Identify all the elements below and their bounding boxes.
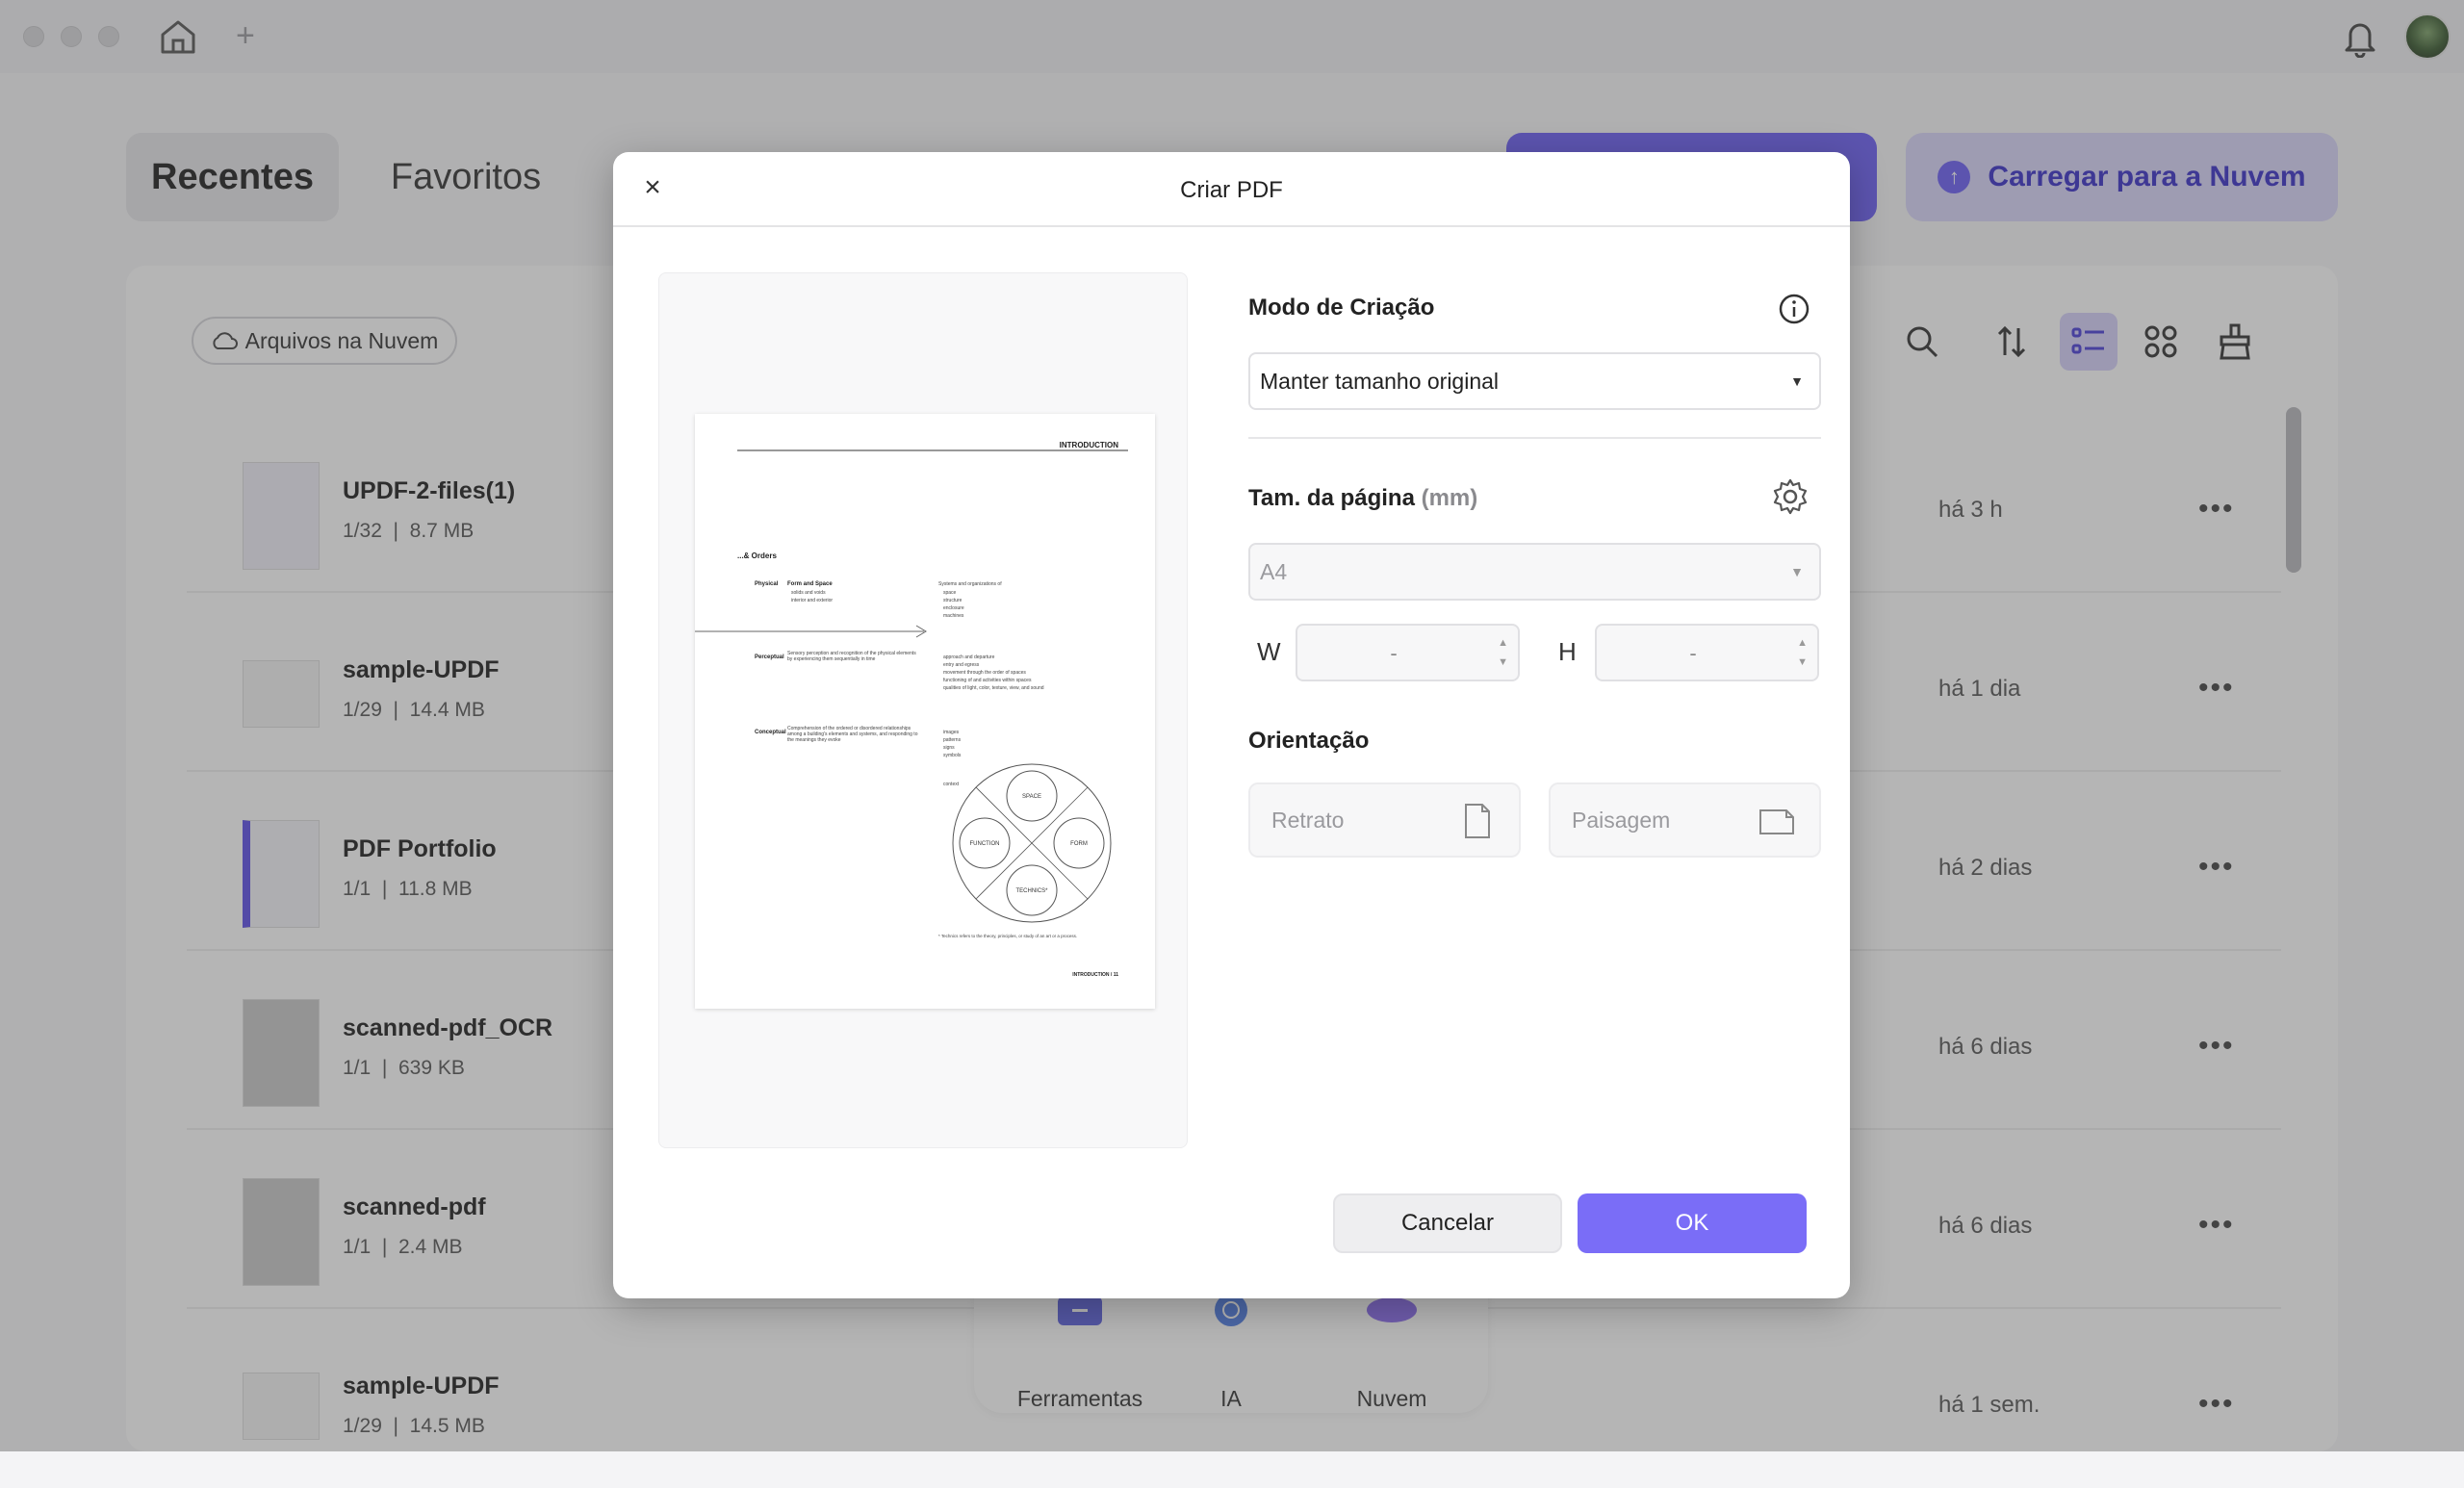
preview-item: space bbox=[943, 590, 957, 596]
cancel-button[interactable]: Cancelar bbox=[1333, 1193, 1562, 1253]
preview-footer: INTRODUCTION / 11 bbox=[1072, 972, 1118, 978]
page-size-select[interactable]: A4 ▼ bbox=[1248, 543, 1821, 601]
preview-footnote: * Technics refers to the theory, princip… bbox=[938, 934, 1077, 938]
dialog-title: Criar PDF bbox=[1180, 177, 1283, 203]
diagram-label: TECHNICS* bbox=[1015, 888, 1048, 894]
portrait-icon bbox=[1465, 804, 1490, 838]
info-icon[interactable] bbox=[1778, 293, 1810, 325]
preview-term-1: Physical bbox=[755, 581, 779, 587]
preview-item: images bbox=[943, 730, 960, 735]
height-label: H bbox=[1558, 637, 1577, 666]
height-stepper[interactable]: - ▲ ▼ bbox=[1595, 624, 1819, 681]
preview-item: signs bbox=[943, 745, 955, 751]
preview-header: INTRODUCTION bbox=[1060, 441, 1119, 449]
stepper-arrows-icon[interactable]: ▲ ▼ bbox=[1797, 633, 1808, 672]
height-value: - bbox=[1689, 641, 1697, 665]
chevron-down-icon: ▼ bbox=[1790, 564, 1804, 579]
preview-page: INTRODUCTION ...& Orders Physical Form a… bbox=[695, 414, 1155, 1009]
preview-heading-2: Sensory perception and recognition of th… bbox=[787, 651, 916, 662]
landscape-button[interactable]: Paisagem bbox=[1549, 782, 1821, 858]
preview-item: machines bbox=[943, 613, 964, 619]
page-size-value: A4 bbox=[1260, 558, 1288, 584]
page-size-unit: (mm) bbox=[1421, 485, 1478, 511]
preview-item: solids and voids bbox=[791, 590, 826, 596]
preview-context: context bbox=[943, 782, 960, 787]
diagram-label: SPACE bbox=[1022, 794, 1041, 800]
diagram-label: FUNCTION bbox=[970, 841, 1000, 847]
preview-item: symbols bbox=[943, 753, 962, 758]
preview-term-2: Perceptual bbox=[755, 654, 784, 660]
preview-item: patterns bbox=[943, 737, 962, 743]
creation-mode-label: Modo de Criação bbox=[1248, 295, 1435, 321]
create-pdf-dialog: × Criar PDF INTRODUCTION ...& Orders Phy… bbox=[613, 152, 1850, 1298]
landscape-label: Paisagem bbox=[1572, 808, 1671, 833]
landscape-icon bbox=[1759, 809, 1794, 834]
width-value: - bbox=[1390, 641, 1398, 665]
page-preview-graphic: INTRODUCTION ...& Orders Physical Form a… bbox=[695, 441, 1128, 978]
preview-panel: INTRODUCTION ...& Orders Physical Form a… bbox=[658, 272, 1188, 1148]
orientation-label: Orientação bbox=[1248, 728, 1370, 754]
gear-icon[interactable] bbox=[1770, 476, 1810, 517]
preview-item: entry and egress bbox=[943, 662, 980, 668]
width-stepper[interactable]: - ▲ ▼ bbox=[1296, 624, 1520, 681]
preview-item: interior and exterior bbox=[791, 598, 833, 603]
dialog-header: × Criar PDF bbox=[613, 152, 1850, 227]
preview-heading-1: Form and Space bbox=[787, 581, 833, 587]
portrait-label: Retrato bbox=[1271, 808, 1345, 833]
chevron-down-icon: ▼ bbox=[1790, 373, 1804, 389]
portrait-button[interactable]: Retrato bbox=[1248, 782, 1521, 858]
preview-term-3: Conceptual bbox=[755, 730, 786, 735]
divider bbox=[1248, 437, 1821, 439]
preview-right-title: Systems and organizations of bbox=[938, 581, 1002, 587]
page-size-label: Tam. da página (mm) bbox=[1248, 485, 1477, 512]
creation-mode-value: Manter tamanho original bbox=[1260, 368, 1500, 394]
preview-item: approach and departure bbox=[943, 654, 995, 660]
preview-item: functioning of and activities within spa… bbox=[943, 678, 1032, 683]
preview-item: movement through the order of spaces bbox=[943, 670, 1026, 676]
page-size-label-text: Tam. da página bbox=[1248, 485, 1415, 511]
preview-item: structure bbox=[943, 598, 962, 603]
ok-button[interactable]: OK bbox=[1578, 1193, 1807, 1253]
stepper-arrows-icon[interactable]: ▲ ▼ bbox=[1498, 633, 1508, 672]
preview-heading-3: Comprehension of the ordered or disorder… bbox=[787, 726, 918, 743]
preview-item: enclosure bbox=[943, 605, 964, 611]
preview-section: ...& Orders bbox=[737, 552, 777, 560]
width-label: W bbox=[1257, 637, 1281, 666]
diagram-label: FORM bbox=[1070, 841, 1088, 847]
creation-mode-select[interactable]: Manter tamanho original ▼ bbox=[1248, 352, 1821, 410]
preview-item: qualities of light, color, texture, view… bbox=[943, 685, 1044, 691]
